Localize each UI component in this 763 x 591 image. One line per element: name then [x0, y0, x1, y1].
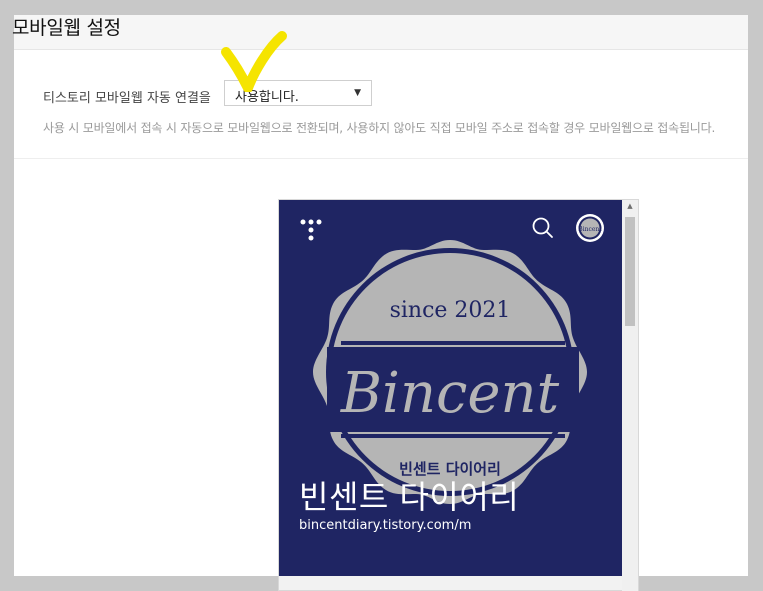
divider	[14, 158, 748, 159]
seal-main-text: Bincent	[340, 361, 560, 426]
seal-top-text: since 2021	[390, 298, 511, 323]
tistory-dots-icon[interactable]	[300, 219, 322, 241]
avatar-text: Bincent	[578, 226, 602, 233]
search-icon[interactable]	[532, 217, 553, 238]
mobile-web-auto-connect-label: 티스토리 모바일웹 자동 연결을	[43, 91, 211, 106]
checkmark-annotation-icon	[221, 31, 287, 92]
blog-title[interactable]: 빈센트 다이어리	[299, 472, 519, 518]
panel-header	[14, 15, 748, 50]
mobile-preview-screen: Bincent since 2021 Bincent 빈센트 다이어리 빈센트 …	[279, 200, 622, 576]
blog-url[interactable]: bincentdiary.tistory.com/m	[299, 518, 471, 533]
help-text: 사용 시 모바일에서 접속 시 자동으로 모바일웹으로 전환되며, 사용하지 않…	[43, 121, 716, 135]
page-title: 모바일웹 설정	[12, 17, 121, 39]
scrollbar-thumb[interactable]	[625, 217, 635, 326]
chevron-down-icon: ▼	[354, 88, 361, 98]
avatar[interactable]: Bincent	[576, 214, 604, 242]
scroll-up-arrow-icon[interactable]: ▲	[622, 202, 638, 210]
